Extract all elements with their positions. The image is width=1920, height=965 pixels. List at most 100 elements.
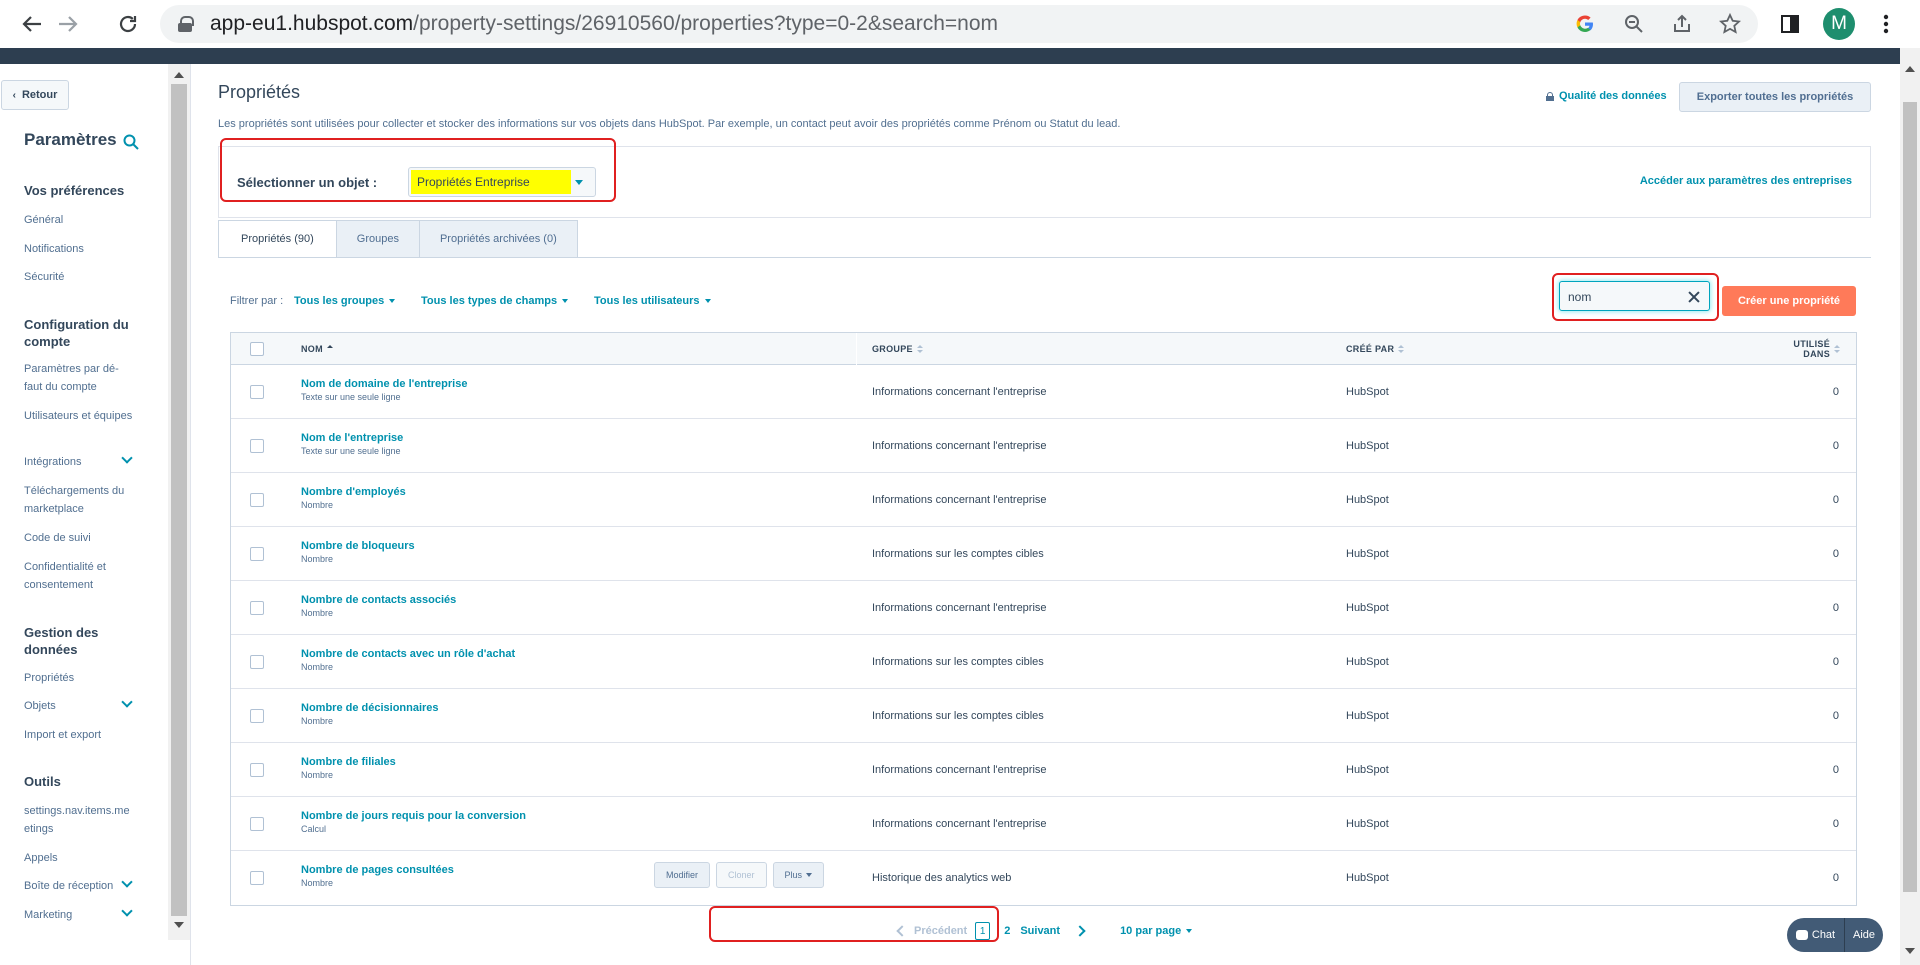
sidebar-item-integrations[interactable]: Intégrations: [24, 453, 134, 471]
chevron-right-icon: [1074, 925, 1086, 937]
google-icon[interactable]: [1569, 8, 1601, 40]
scroll-up-icon[interactable]: [1905, 66, 1915, 72]
scrollbar-thumb[interactable]: [1903, 102, 1917, 892]
page-scrollbar[interactable]: [1900, 48, 1920, 965]
table-row[interactable]: Nombre d'employés Nombre Informations con…: [231, 473, 1856, 527]
sidebar-scrollbar[interactable]: [168, 64, 190, 940]
table-row[interactable]: Nombre de contacts avec un rôle d'achat N…: [231, 635, 1856, 689]
table-row[interactable]: Nombre de contacts associés Nombre Inform…: [231, 581, 1856, 635]
scrollbar-thumb[interactable]: [171, 84, 187, 916]
filter-all-users[interactable]: Tous les utilisateurs: [594, 295, 711, 307]
main-content: Propriétés Les propriétés sont utilisées…: [191, 64, 1900, 965]
property-name-link[interactable]: Nom de l'entreprise: [301, 432, 403, 445]
table-row[interactable]: Nombre de décisionnaires Nombre Informati…: [231, 689, 1856, 743]
sidebar-item-notifications[interactable]: Notifications: [24, 240, 134, 258]
row-checkbox[interactable]: [250, 655, 264, 669]
scroll-down-icon[interactable]: [174, 922, 184, 928]
table-row-hovered[interactable]: Nombre de pages consultées Nombre Modifie…: [231, 851, 1856, 905]
back-arrow-icon[interactable]: [16, 8, 48, 40]
chat-button[interactable]: Chat: [1787, 918, 1845, 952]
sidebar-item-objects[interactable]: Objets: [24, 697, 134, 715]
chevron-down-icon[interactable]: [121, 907, 133, 919]
row-checkbox[interactable]: [250, 871, 264, 885]
forward-arrow-icon[interactable]: [52, 8, 84, 40]
chevron-down-icon[interactable]: [121, 454, 133, 466]
sidebar-item-inbox[interactable]: Boîte de réception: [24, 877, 134, 895]
filter-all-field-types[interactable]: Tous les types de champs: [421, 295, 568, 307]
side-panel-icon[interactable]: [1774, 8, 1806, 40]
property-name-cell: Nombre d'employés Nombre: [301, 486, 406, 511]
column-header-group[interactable]: GROUPE: [872, 333, 923, 365]
sidebar-item-marketplace-downloads[interactable]: Téléchargements du marketplace: [24, 482, 134, 518]
search-icon[interactable]: [123, 134, 139, 150]
data-quality-link[interactable]: Qualité des données: [1546, 90, 1667, 102]
create-property-button[interactable]: Créer une propriété: [1722, 286, 1856, 316]
sidebar-item-tracking-code[interactable]: Code de suivi: [24, 529, 134, 547]
edit-button[interactable]: Modifier: [654, 862, 711, 888]
property-name-link[interactable]: Nombre d'employés: [301, 486, 406, 499]
per-page-dropdown[interactable]: 10 par page: [1120, 925, 1192, 937]
more-vertical-icon[interactable]: [1870, 8, 1902, 40]
property-name-link[interactable]: Nombre de filiales: [301, 756, 396, 769]
next-page-button[interactable]: Suivant: [1020, 925, 1086, 937]
export-all-properties-button[interactable]: Exporter toutes les propriétés: [1679, 82, 1871, 112]
property-name-link[interactable]: Nombre de pages consultées: [301, 864, 454, 877]
table-row[interactable]: Nom de l'entreprise Texte sur une seule l…: [231, 419, 1856, 473]
help-button[interactable]: Aide: [1845, 918, 1883, 952]
clone-button[interactable]: Cloner: [716, 862, 767, 888]
table-row[interactable]: Nombre de bloqueurs Nombre Informations s…: [231, 527, 1856, 581]
sidebar-item-users-teams[interactable]: Utilisateurs et équipes: [24, 407, 134, 425]
row-checkbox[interactable]: [250, 439, 264, 453]
table-row[interactable]: Nombre de filiales Nombre Informations co…: [231, 743, 1856, 797]
sidebar-item-security[interactable]: Sécurité: [24, 268, 134, 286]
property-name-link[interactable]: Nombre de bloqueurs: [301, 540, 415, 553]
zoom-icon[interactable]: [1618, 8, 1650, 40]
select-all-checkbox[interactable]: [250, 342, 264, 356]
tab-properties[interactable]: Propriétés (90): [218, 220, 337, 258]
column-header-name[interactable]: NOM: [301, 333, 333, 365]
row-checkbox[interactable]: [250, 385, 264, 399]
bookmark-star-icon[interactable]: [1714, 8, 1746, 40]
share-icon[interactable]: [1666, 8, 1698, 40]
scroll-down-icon[interactable]: [1905, 948, 1915, 954]
row-checkbox[interactable]: [250, 709, 264, 723]
row-checkbox[interactable]: [250, 763, 264, 777]
sidebar-item-marketing[interactable]: Marketing: [24, 906, 134, 924]
property-name-link[interactable]: Nombre de décisionnaires: [301, 702, 439, 715]
sidebar-item-general[interactable]: Général: [24, 211, 134, 229]
column-header-created-by[interactable]: CRÉÉ PAR: [1346, 333, 1405, 365]
chevron-down-icon[interactable]: [121, 698, 133, 710]
property-group: Informations concernant l'entreprise: [872, 602, 1047, 614]
sidebar-item-meetings[interactable]: settings.nav.items.meetings: [24, 802, 134, 838]
sidebar-item-calls[interactable]: Appels: [24, 849, 134, 867]
column-header-used-in[interactable]: UTILISÉ DANS: [1793, 333, 1840, 365]
company-settings-link[interactable]: Accéder aux paramètres des entreprises: [1640, 175, 1852, 187]
row-checkbox[interactable]: [250, 493, 264, 507]
property-name-link[interactable]: Nombre de jours requis pour la conversio…: [301, 810, 526, 823]
table-row[interactable]: Nom de domaine de l'entreprise Texte sur …: [231, 365, 1856, 419]
property-created-by: HubSpot: [1346, 440, 1389, 452]
table-row[interactable]: Nombre de jours requis pour la conversio…: [231, 797, 1856, 851]
property-name-link[interactable]: Nom de domaine de l'entreprise: [301, 378, 467, 391]
page-2-button[interactable]: 2: [1004, 925, 1010, 937]
sidebar-item-import-export[interactable]: Import et export: [24, 726, 134, 744]
property-name-link[interactable]: Nombre de contacts associés: [301, 594, 456, 607]
property-name-link[interactable]: Nombre de contacts avec un rôle d'achat: [301, 648, 515, 661]
sidebar-item-privacy-consent[interactable]: Confidentialité et consentement: [24, 558, 134, 594]
profile-avatar[interactable]: M: [1823, 8, 1855, 40]
chevron-down-icon[interactable]: [121, 878, 133, 890]
row-checkbox[interactable]: [250, 601, 264, 615]
sort-icon: [1834, 344, 1840, 354]
back-button[interactable]: ‹ Retour: [1, 80, 69, 110]
filter-all-groups[interactable]: Tous les groupes: [294, 295, 395, 307]
sidebar-item-account-defaults[interactable]: Paramètres par dé-faut du compte: [24, 360, 134, 396]
row-checkbox[interactable]: [250, 817, 264, 831]
sidebar-item-properties[interactable]: Propriétés: [24, 669, 134, 687]
row-checkbox[interactable]: [250, 547, 264, 561]
address-bar[interactable]: app-eu1.hubspot.com/property-settings/26…: [160, 5, 1758, 43]
tab-groups[interactable]: Groupes: [336, 220, 420, 258]
reload-icon[interactable]: [112, 8, 144, 40]
tab-archived-properties[interactable]: Propriétés archivées (0): [419, 220, 578, 258]
more-dropdown-button[interactable]: Plus: [772, 862, 825, 888]
scroll-up-icon[interactable]: [174, 72, 184, 78]
